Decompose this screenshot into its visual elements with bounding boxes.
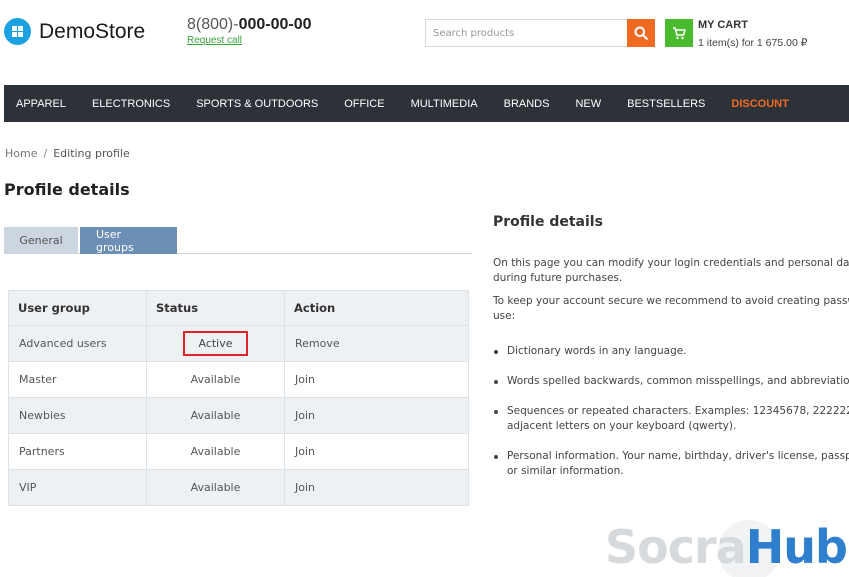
group-status: Available bbox=[146, 433, 285, 470]
request-call-link[interactable]: Request call bbox=[187, 35, 312, 46]
nav-item-brands[interactable]: BRANDS bbox=[504, 98, 550, 110]
nav-item-bestsellers[interactable]: BESTSELLERS bbox=[627, 98, 705, 110]
group-name: Advanced users bbox=[8, 325, 147, 362]
table-row: Newbies Available Join bbox=[8, 397, 469, 434]
profile-tabs: General User groups bbox=[4, 227, 472, 254]
phone-number: 8(800)-000-00-00 bbox=[187, 16, 312, 33]
store-name: DemoStore bbox=[39, 19, 146, 43]
nav-item-sports-outdoors[interactable]: SPORTS & OUTDOORS bbox=[196, 98, 318, 110]
nav-item-office[interactable]: OFFICE bbox=[344, 98, 384, 110]
list-item: Sequences or repeated characters. Exampl… bbox=[493, 404, 849, 434]
store-logo[interactable]: DemoStore bbox=[4, 18, 145, 45]
logo-icon bbox=[4, 18, 31, 45]
group-name: Newbies bbox=[8, 397, 147, 434]
cart-widget[interactable]: MY CART 1 item(s) for 1 675.00 ₽ bbox=[665, 19, 807, 49]
cart-title[interactable]: MY CART bbox=[698, 19, 807, 31]
remove-link[interactable]: Remove bbox=[284, 325, 469, 362]
breadcrumb-home[interactable]: Home bbox=[5, 147, 37, 160]
group-name: Master bbox=[8, 361, 147, 398]
header-action: Action bbox=[284, 290, 469, 326]
info-title: Profile details bbox=[493, 214, 603, 230]
page-title: Profile details bbox=[4, 180, 130, 199]
join-link[interactable]: Join bbox=[284, 397, 469, 434]
list-item: Words spelled backwards, common misspell… bbox=[493, 374, 849, 389]
tab-user-groups[interactable]: User groups bbox=[80, 227, 177, 254]
nav-item-multimedia[interactable]: MULTIMEDIA bbox=[411, 98, 478, 110]
group-name: VIP bbox=[8, 469, 147, 506]
search-bar bbox=[425, 19, 655, 47]
group-name: Partners bbox=[8, 433, 147, 470]
watermark: SocraHub bbox=[605, 520, 848, 574]
group-status: Available bbox=[146, 361, 285, 398]
search-input[interactable] bbox=[425, 19, 627, 47]
user-groups-table: User group Status Action Advanced users … bbox=[8, 290, 469, 506]
table-row: Advanced users Active Remove bbox=[8, 325, 469, 362]
join-link[interactable]: Join bbox=[284, 433, 469, 470]
group-status: Available bbox=[146, 397, 285, 434]
status-active-highlight: Active bbox=[183, 331, 248, 356]
search-icon bbox=[634, 26, 648, 40]
breadcrumb-separator: / bbox=[43, 147, 48, 160]
nav-item-discount[interactable]: DISCOUNT bbox=[731, 98, 788, 110]
table-row: VIP Available Join bbox=[8, 469, 469, 506]
table-header-row: User group Status Action bbox=[8, 290, 469, 326]
list-item: Dictionary words in any language. bbox=[493, 344, 849, 359]
info-list: Dictionary words in any language. Words … bbox=[493, 344, 849, 479]
search-button[interactable] bbox=[627, 19, 655, 47]
cart-icon[interactable] bbox=[665, 19, 693, 47]
tab-general[interactable]: General bbox=[4, 227, 78, 254]
nav-item-electronics[interactable]: ELECTRONICS bbox=[92, 98, 170, 110]
group-status: Active bbox=[146, 325, 285, 362]
breadcrumb: Home / Editing profile bbox=[5, 147, 130, 160]
breadcrumb-current: Editing profile bbox=[53, 147, 130, 160]
join-link[interactable]: Join bbox=[284, 469, 469, 506]
nav-item-new[interactable]: NEW bbox=[575, 98, 601, 110]
info-paragraph: On this page you can modify your login c… bbox=[493, 257, 849, 284]
main-nav: APPAREL ELECTRONICS SPORTS & OUTDOORS OF… bbox=[4, 85, 849, 122]
group-status: Available bbox=[146, 469, 285, 506]
info-paragraph: To keep your account secure we recommend… bbox=[493, 295, 849, 322]
info-panel: Profile details On this page you can mod… bbox=[493, 214, 849, 494]
contact-block: 8(800)-000-00-00 Request call bbox=[187, 16, 312, 46]
join-link[interactable]: Join bbox=[284, 361, 469, 398]
table-row: Partners Available Join bbox=[8, 433, 469, 470]
nav-item-apparel[interactable]: APPAREL bbox=[16, 98, 66, 110]
table-row: Master Available Join bbox=[8, 361, 469, 398]
cart-summary: 1 item(s) for 1 675.00 ₽ bbox=[698, 37, 808, 49]
header-status: Status bbox=[146, 290, 285, 326]
list-item: Personal information. Your name, birthda… bbox=[493, 449, 849, 479]
header-user-group: User group bbox=[8, 290, 147, 326]
